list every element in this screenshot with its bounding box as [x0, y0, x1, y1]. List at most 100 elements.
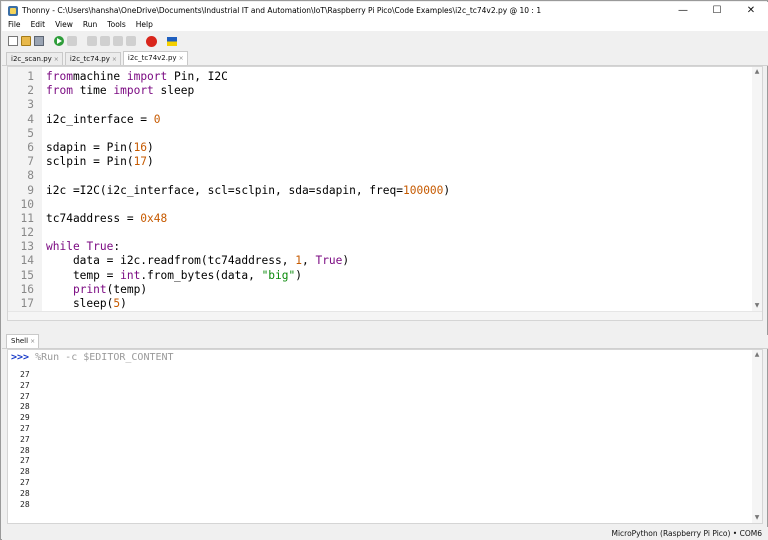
tab-label: i2c_tc74.py	[69, 55, 110, 63]
shell-panel[interactable]: >>> %Run -c $EDITOR_CONTENT 27 27 27 28 29 27…	[7, 349, 763, 524]
interpreter-status[interactable]: MicroPython (Raspberry Pi Pico) • COM6	[611, 529, 762, 538]
code-token: (temp)	[106, 282, 148, 296]
save-icon[interactable]	[34, 36, 44, 46]
menu-tools[interactable]: Tools	[102, 19, 130, 31]
tab-close-icon[interactable]: ×	[179, 55, 184, 62]
code-text[interactable]	[40, 169, 46, 183]
code-text[interactable]	[40, 127, 46, 141]
line-number: 1	[27, 70, 34, 83]
code-line[interactable]: 6 sdapin = Pin(16)	[8, 141, 762, 155]
code-line[interactable]: 8	[8, 169, 762, 183]
line-number: 16	[20, 282, 34, 296]
tab-i2c-tc74[interactable]: i2c_tc74.py ×	[64, 52, 121, 65]
menu-file[interactable]: File	[2, 19, 26, 31]
code-text[interactable]: data = i2c.readfrom(tc74address, 1, True…	[40, 254, 349, 268]
run-icon[interactable]	[54, 36, 64, 46]
scroll-up-icon[interactable]: ▲	[754, 352, 760, 358]
debug-icon[interactable]	[67, 36, 77, 46]
menu-view[interactable]: View	[50, 19, 78, 31]
code-editor[interactable]: 1 frommachine import Pin, I2C 2 from time i…	[7, 66, 763, 321]
code-text[interactable]: tc74address = 0x48	[40, 212, 167, 226]
tab-i2c-tc74v2[interactable]: i2c_tc74v2.py ×	[122, 51, 188, 65]
code-line[interactable]: 3	[8, 98, 762, 112]
line-number: 17	[20, 297, 34, 310]
open-folder-icon[interactable]	[21, 36, 31, 46]
code-token: 0	[153, 112, 161, 126]
code-lines[interactable]: 1 frommachine import Pin, I2C 2 from time i…	[8, 70, 762, 311]
thonny-window: Thonny - C:\Users\hansha\OneDrive\Docume…	[0, 0, 768, 540]
tab-shell[interactable]: Shell ×	[6, 334, 40, 348]
code-text[interactable]: temp = int.from_bytes(data, "big")	[40, 269, 302, 283]
tab-close-icon[interactable]: ×	[112, 56, 117, 63]
code-token: 16	[133, 140, 148, 154]
code-line[interactable]: 9 i2c =I2C(i2c_interface, scl=sclpin, sda…	[8, 184, 762, 198]
code-token: ,	[301, 254, 316, 268]
code-text[interactable]: frommachine import Pin, I2C	[40, 70, 228, 84]
shell-command: %Run -c $EDITOR_CONTENT	[29, 352, 174, 363]
code-line[interactable]: 16 print(temp)	[8, 283, 762, 297]
menu-run[interactable]: Run	[78, 19, 102, 31]
title-bar: Thonny - C:\Users\hansha\OneDrive\Docume…	[2, 2, 768, 19]
ukraine-flag-icon[interactable]	[167, 36, 177, 46]
code-token: 100000	[402, 183, 444, 197]
thonny-logo-icon	[8, 5, 18, 16]
code-line[interactable]: 7 sclpin = Pin(17)	[8, 155, 762, 169]
shell-output-line: 28	[20, 467, 30, 477]
new-file-icon[interactable]	[8, 36, 18, 46]
code-text[interactable]: while True:	[40, 240, 120, 254]
code-line[interactable]: 4 i2c_interface = 0	[8, 113, 762, 127]
code-text[interactable]: from time import sleep	[40, 84, 194, 98]
line-number: 12	[20, 226, 34, 240]
menu-help[interactable]: Help	[131, 19, 158, 31]
tab-label: Shell	[11, 337, 29, 345]
shell-vertical-scrollbar[interactable]: ▲ ▼	[752, 350, 762, 523]
code-text[interactable]	[40, 98, 46, 112]
code-line[interactable]: 2 from time import sleep	[8, 84, 762, 98]
step-into-icon[interactable]	[100, 36, 110, 46]
shell-output-line: 27	[20, 380, 30, 390]
window-controls: — ☐ ✕	[666, 2, 768, 19]
code-text[interactable]: i2c_interface = 0	[40, 113, 161, 127]
tab-close-icon[interactable]: ×	[54, 56, 59, 63]
code-text[interactable]: sleep(5)	[40, 297, 127, 311]
code-text[interactable]: print(temp)	[40, 283, 147, 297]
vertical-scrollbar[interactable]: ▲ ▼	[752, 67, 762, 320]
shell-output-line: 27	[20, 391, 30, 401]
shell-command-line[interactable]: >>> %Run -c $EDITOR_CONTENT	[11, 352, 174, 363]
code-line[interactable]: 10	[8, 198, 762, 212]
code-token: )	[147, 155, 154, 169]
step-out-icon[interactable]	[113, 36, 123, 46]
code-line[interactable]: 5	[8, 127, 762, 141]
code-line[interactable]: 17 sleep(5)	[8, 297, 762, 311]
code-line[interactable]: 11 tc74address = 0x48	[8, 212, 762, 226]
code-text[interactable]	[40, 226, 46, 240]
step-over-icon[interactable]	[87, 36, 97, 46]
scroll-down-icon[interactable]: ▼	[754, 515, 760, 521]
scroll-down-icon[interactable]: ▼	[754, 303, 760, 309]
code-line[interactable]: 1 frommachine import Pin, I2C	[8, 70, 762, 84]
code-token: sclpin = Pin(	[46, 155, 134, 169]
tab-close-icon[interactable]: ×	[30, 338, 35, 345]
menu-edit[interactable]: Edit	[26, 19, 51, 31]
code-text[interactable]: i2c =I2C(i2c_interface, scl=sclpin, sda=…	[40, 184, 450, 198]
code-text[interactable]: sclpin = Pin(17)	[40, 155, 154, 169]
code-token: data = i2c.readfrom(tc74address,	[46, 254, 296, 268]
resume-icon[interactable]	[126, 36, 136, 46]
code-line[interactable]: 15 temp = int.from_bytes(data, "big")	[8, 269, 762, 283]
code-line[interactable]: 14 data = i2c.readfrom(tc74address, 1, T…	[8, 254, 762, 268]
horizontal-scrollbar[interactable]	[8, 311, 762, 320]
stop-icon[interactable]	[146, 35, 157, 47]
toolbar	[2, 31, 768, 51]
code-line[interactable]: 13 while True:	[8, 240, 762, 254]
tab-i2c-scan[interactable]: i2c_scan.py ×	[6, 52, 63, 65]
close-button[interactable]: ✕	[734, 2, 768, 19]
scroll-up-icon[interactable]: ▲	[754, 69, 760, 75]
code-text[interactable]: sdapin = Pin(16)	[40, 141, 154, 155]
shell-output-line: 28	[20, 499, 30, 509]
code-line[interactable]: 12	[8, 226, 762, 240]
maximize-button[interactable]: ☐	[700, 2, 734, 19]
code-text[interactable]	[40, 198, 46, 212]
minimize-button[interactable]: —	[666, 2, 700, 19]
shell-output-line: 27	[20, 423, 30, 433]
